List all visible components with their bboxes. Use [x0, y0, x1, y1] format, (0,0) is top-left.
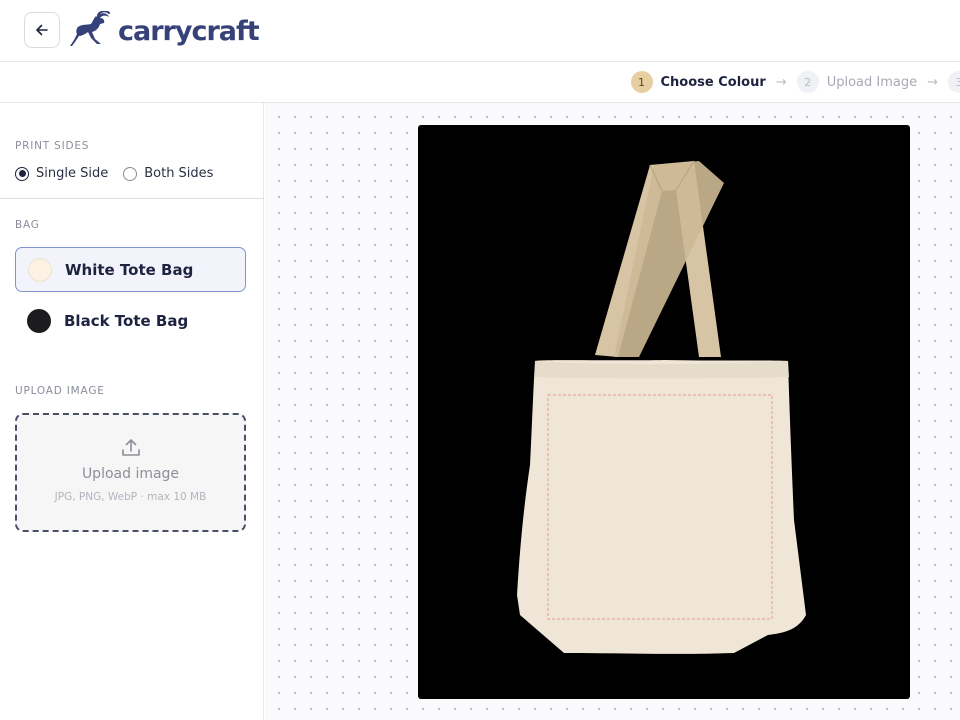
step-1-number[interactable]: 1: [630, 71, 653, 93]
print-sides-options: Single Side Both Sides: [15, 166, 213, 181]
bag-heading: BAG: [15, 219, 40, 231]
step-2-number[interactable]: 2: [796, 71, 819, 93]
options-sidebar: PRINT SIDES Single Side Both Sides BAG W…: [0, 103, 264, 720]
carrycraft-logo[interactable]: carrycraft: [70, 10, 260, 52]
arrow-left-icon: [36, 24, 48, 36]
goat-logo-icon: [70, 11, 110, 46]
bag-mockup: [418, 125, 910, 699]
back-button[interactable]: [24, 12, 60, 48]
both-sides-label[interactable]: Both Sides: [144, 166, 213, 181]
app-header: carrycraft: [0, 0, 960, 62]
logo-text: carrycraft: [118, 15, 260, 47]
step-arrow-icon: →: [775, 74, 787, 90]
upload-hint: JPG, PNG, WebP · max 10 MB: [54, 491, 207, 503]
section-divider: [0, 198, 264, 199]
step-3-number[interactable]: 3: [948, 71, 960, 93]
design-canvas: [265, 103, 960, 720]
upload-title: Upload image: [81, 466, 180, 482]
step-2-label[interactable]: Upload Image: [827, 75, 917, 90]
tote-bag-image: [517, 160, 806, 654]
both-sides-radio[interactable]: [123, 166, 138, 181]
black-swatch: [27, 308, 51, 333]
tote-body: [517, 360, 806, 654]
single-side-radio[interactable]: [15, 166, 29, 181]
single-side-label[interactable]: Single Side: [36, 166, 108, 181]
upload-icon: [121, 439, 140, 456]
step-indicator: 1 Choose Colour → 2 Upload Image → 3: [0, 62, 960, 103]
black-tote-bag-option[interactable]: Black Tote Bag: [15, 298, 246, 343]
steps-list: 1 Choose Colour → 2 Upload Image → 3: [630, 71, 960, 93]
upload-image-heading: UPLOAD IMAGE: [15, 385, 105, 397]
upload-dropzone[interactable]: Upload image JPG, PNG, WebP · max 10 MB: [15, 413, 246, 532]
black-tote-bag-label: Black Tote Bag: [64, 311, 189, 330]
step-arrow-icon: →: [927, 74, 938, 90]
white-swatch: [28, 257, 52, 282]
print-sides-heading: PRINT SIDES: [15, 140, 90, 152]
white-tote-bag-label: White Tote Bag: [65, 260, 194, 279]
tote-strap: [595, 160, 724, 357]
step-1-label[interactable]: Choose Colour: [661, 75, 766, 90]
white-tote-bag-option[interactable]: White Tote Bag: [15, 247, 246, 292]
